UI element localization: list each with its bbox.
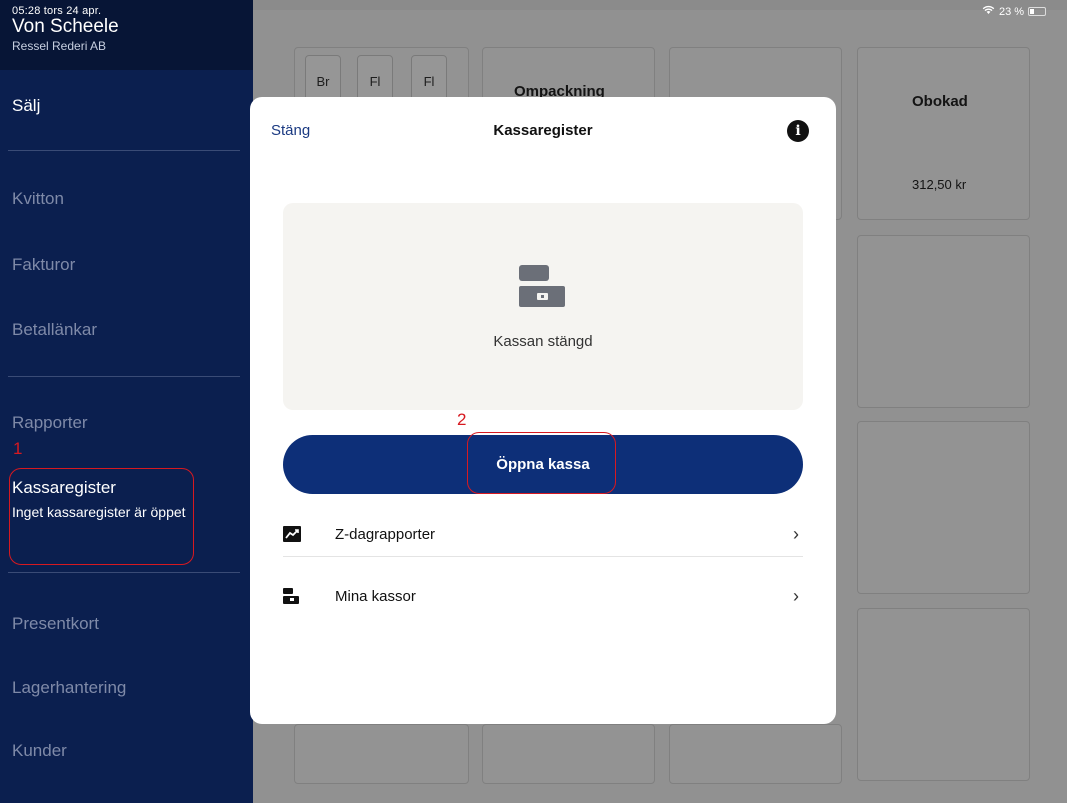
status-time: 05:28 <box>12 5 41 17</box>
sidebar: Von Scheele Ressel Rederi AB Sälj Kvitto… <box>0 0 253 803</box>
status-date: tors 24 apr. <box>43 5 102 17</box>
cash-register-icon <box>283 588 299 609</box>
my-registers-row[interactable]: Mina kassor › <box>283 577 803 617</box>
battery-percent: 23 % <box>999 5 1025 18</box>
app-screen: Von Scheele Ressel Rederi AB Sälj Kvitto… <box>0 0 1067 803</box>
annotation-number: 1 <box>13 439 23 458</box>
sidebar-divider <box>8 572 240 573</box>
cash-register-icon <box>519 265 565 312</box>
sidebar-item-betallankar[interactable]: Betallänkar <box>12 320 97 340</box>
sidebar-item-salj[interactable]: Sälj <box>12 96 40 116</box>
company-name: Von Scheele <box>12 16 119 37</box>
wifi-icon <box>982 5 995 18</box>
register-status-text: Kassan stängd <box>493 333 593 350</box>
sidebar-item-kvitton[interactable]: Kvitton <box>12 189 64 209</box>
row-divider <box>283 556 803 557</box>
kassaregister-modal: Stäng Kassaregister i Kassan stängd Öppn… <box>250 97 836 724</box>
chevron-right-icon: › <box>793 524 799 544</box>
status-bar-time: 05:28 tors 24 apr. <box>12 5 101 17</box>
sidebar-item-fakturor[interactable]: Fakturor <box>12 255 75 275</box>
row-label: Mina kassor <box>335 588 416 605</box>
sidebar-item-kunder[interactable]: Kunder <box>12 741 67 761</box>
sidebar-item-lagerhantering[interactable]: Lagerhantering <box>12 678 126 698</box>
annotation-highlight <box>9 468 194 565</box>
z-reports-row[interactable]: Z-dagrapporter › <box>283 515 803 555</box>
subcompany-name: Ressel Rederi AB <box>12 39 107 53</box>
row-label: Z-dagrapporter <box>335 526 436 543</box>
sidebar-item-rapporter[interactable]: Rapporter <box>12 413 88 433</box>
annotation-number: 2 <box>457 410 467 429</box>
battery-icon <box>1028 7 1047 16</box>
sidebar-divider <box>8 150 240 151</box>
sidebar-item-presentkort[interactable]: Presentkort <box>12 614 99 634</box>
register-status-card: Kassan stängd <box>283 203 803 410</box>
info-icon[interactable]: i <box>787 120 809 142</box>
chevron-right-icon: › <box>793 586 799 606</box>
annotation-highlight <box>467 432 616 494</box>
status-bar-right: 23 % <box>982 5 1047 18</box>
modal-title: Kassaregister <box>493 122 593 139</box>
trend-chart-icon <box>283 526 301 547</box>
sidebar-divider <box>8 376 240 377</box>
